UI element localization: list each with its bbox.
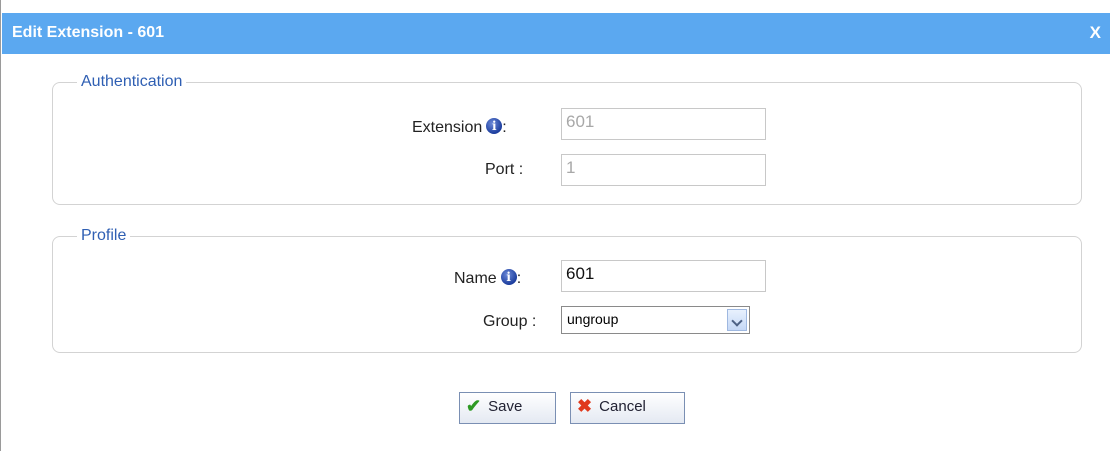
extension-label-text: Extension bbox=[412, 119, 483, 136]
name-label: Name i: bbox=[454, 269, 521, 288]
name-label-text: Name bbox=[454, 270, 497, 287]
group-label: Group : bbox=[483, 313, 537, 330]
cancel-button-label: Cancel bbox=[599, 398, 646, 415]
extension-field[interactable]: 601 bbox=[561, 108, 766, 140]
extension-label: Extension i: bbox=[412, 118, 507, 137]
close-button[interactable]: X bbox=[1090, 23, 1101, 43]
profile-legend: Profile bbox=[81, 227, 127, 244]
save-button-label: Save bbox=[488, 398, 523, 415]
dialog-title: Edit Extension - 601 bbox=[12, 24, 165, 41]
info-icon[interactable]: i bbox=[486, 118, 503, 134]
checkmark-icon: ✔ bbox=[466, 396, 482, 416]
name-colon: : bbox=[516, 270, 522, 287]
group-select-value: ungroup bbox=[567, 311, 619, 327]
info-icon[interactable]: i bbox=[500, 269, 517, 285]
edit-extension-dialog: Edit Extension - 601 X Authentication Ex… bbox=[0, 0, 1110, 451]
dialog-titlebar: Edit Extension - 601 X bbox=[2, 13, 1110, 54]
authentication-legend: Authentication bbox=[81, 73, 183, 90]
group-select[interactable]: ungroup bbox=[561, 306, 750, 334]
port-label: Port : bbox=[485, 161, 524, 178]
name-field[interactable]: 601 bbox=[561, 260, 766, 292]
extension-colon: : bbox=[502, 119, 507, 136]
save-button[interactable]: ✔ Save bbox=[459, 392, 556, 424]
cancel-button[interactable]: ✖ Cancel bbox=[570, 392, 685, 424]
port-field[interactable]: 1 bbox=[561, 154, 766, 186]
x-icon: ✖ bbox=[577, 396, 593, 416]
chevron-down-icon[interactable] bbox=[727, 309, 747, 331]
